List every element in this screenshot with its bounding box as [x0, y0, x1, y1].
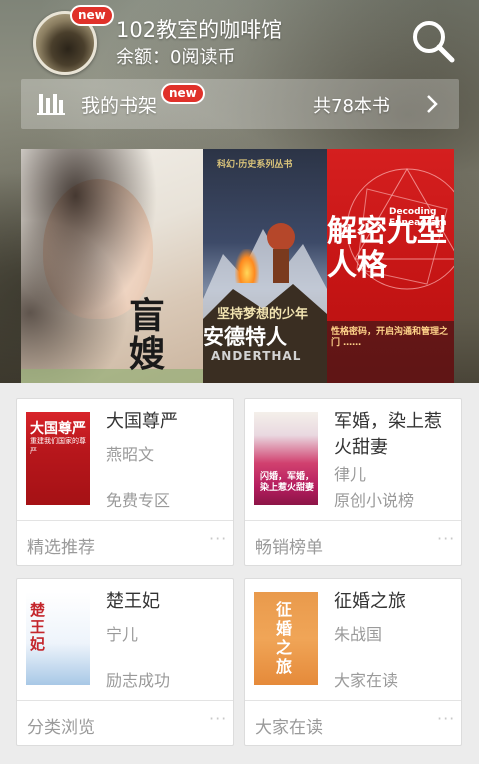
cover-text: 性格密码，开启沟通和管理之门 ……	[331, 327, 449, 348]
bookshelf-icon	[37, 94, 65, 115]
shelf-label: 我的书架	[81, 95, 158, 117]
card-bestseller[interactable]: 闪婚，军婚，染上惹火甜妻 军婚，染上惹火甜妻 律儿 原创小说榜 畅销榜单 ···	[244, 398, 462, 566]
chevron-right-icon	[427, 95, 438, 113]
section-label[interactable]: 分类浏览	[27, 713, 95, 738]
campfire	[235, 249, 259, 283]
book-title[interactable]: 军婚，染上惹火甜妻	[334, 409, 458, 461]
search-icon	[413, 21, 455, 63]
book-cover-title: 征婚之旅	[276, 600, 293, 676]
book-cover[interactable]: 大国尊严 重建我们国家的尊严	[26, 412, 90, 505]
book-cover-title: 大国尊严	[30, 421, 86, 437]
divider	[245, 520, 461, 521]
card-featured[interactable]: 大国尊严 重建我们国家的尊严 大国尊严 燕昭文 免费专区 精选推荐 ···	[16, 398, 234, 566]
book-cover-title: 楚王妃	[30, 601, 46, 653]
card-popular[interactable]: 征婚之旅 征婚之旅 朱战国 大家在读 大家在读 ···	[244, 578, 462, 746]
more-icon[interactable]: ···	[437, 709, 455, 728]
cover-band	[21, 369, 203, 383]
cover-title: 盲嫂	[129, 295, 166, 375]
book-cover-subtitle: 重建我们国家的尊严	[30, 437, 86, 455]
book-author: 宁儿	[106, 625, 139, 644]
book-cover[interactable]: 征婚之旅	[254, 592, 318, 685]
more-icon[interactable]: ···	[437, 529, 455, 548]
user-balance: 余额：0阅读币	[116, 47, 236, 68]
more-icon[interactable]: ···	[209, 709, 227, 728]
featured-cover-2[interactable]: 科幻·历史系列丛书 坚持梦想的少年 安德特人 ANDERTHAL	[203, 149, 327, 383]
book-tag[interactable]: 大家在读	[334, 667, 398, 691]
featured-cover-3[interactable]: Decoding Enneagram 解密九型人格 性格密码，开启沟通和管理之门…	[327, 149, 454, 383]
book-cover-title: 闪婚，军婚，染上惹火甜妻	[260, 472, 315, 493]
cover-title: 解密九型人格	[327, 214, 447, 283]
section-label[interactable]: 精选推荐	[27, 533, 95, 558]
cover-series: 科幻·历史系列丛书	[217, 160, 293, 170]
section-label[interactable]: 大家在读	[255, 713, 323, 738]
divider	[17, 520, 233, 521]
book-author: 燕昭文	[106, 445, 155, 464]
book-cover[interactable]: 闪婚，军婚，染上惹火甜妻	[254, 412, 318, 505]
book-cover[interactable]: 楚王妃	[26, 592, 90, 685]
divider	[17, 700, 233, 701]
book-title[interactable]: 楚王妃	[106, 589, 230, 615]
book-tag[interactable]: 免费专区	[106, 487, 170, 511]
section-label[interactable]: 畅销榜单	[255, 533, 323, 558]
divider	[245, 700, 461, 701]
my-bookshelf-bar[interactable]: 我的书架 new 共78本书	[21, 79, 459, 129]
card-category[interactable]: 楚王妃 楚王妃 宁儿 励志成功 分类浏览 ···	[16, 578, 234, 746]
cover-title: 安德特人	[203, 324, 287, 349]
book-title[interactable]: 征婚之旅	[334, 589, 458, 615]
new-badge: new	[70, 5, 114, 26]
shelf-count: 共78本书	[313, 96, 390, 117]
cover-illustration-hair	[21, 149, 203, 383]
featured-cover-1[interactable]: 盲嫂	[21, 149, 203, 383]
cover-motto: 坚持梦想的少年	[217, 307, 309, 322]
book-author: 朱战国	[334, 625, 383, 644]
book-title[interactable]: 大国尊严	[106, 409, 230, 435]
search-button[interactable]	[408, 16, 458, 66]
more-icon[interactable]: ···	[209, 529, 227, 548]
book-author: 律儿	[334, 465, 367, 484]
user-name[interactable]: 102教室的咖啡馆	[116, 14, 282, 44]
book-tag[interactable]: 原创小说榜	[334, 487, 414, 511]
shelf-new-badge: new	[161, 83, 205, 104]
book-tag[interactable]: 励志成功	[106, 667, 170, 691]
cover-subtitle: ANDERTHAL	[211, 349, 302, 363]
